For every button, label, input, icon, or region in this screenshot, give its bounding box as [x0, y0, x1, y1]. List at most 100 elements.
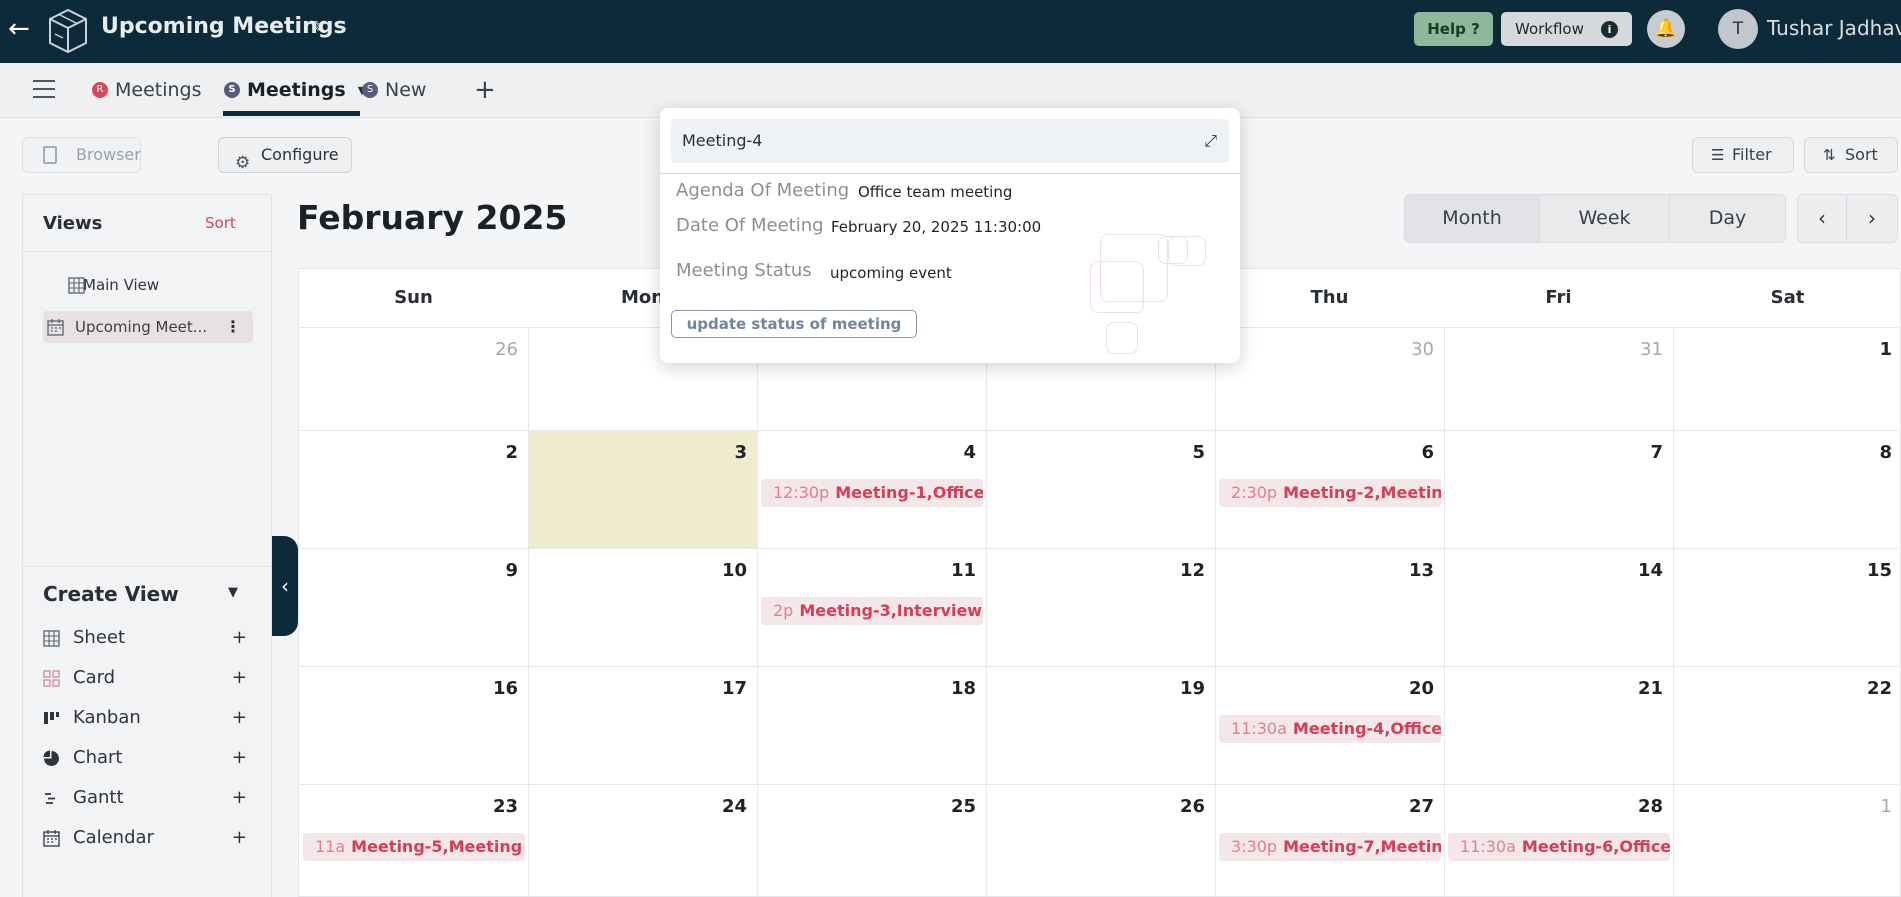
event-title: Meeting-2,Meeting with client	[1283, 483, 1441, 502]
expand-icon[interactable]: ⤢	[1204, 131, 1217, 151]
event-time: 2p	[773, 601, 794, 620]
view-mode-month[interactable]: Month	[1404, 194, 1540, 243]
day-number[interactable]: 26	[488, 339, 518, 360]
create-calendar-item[interactable]: Calendar +	[43, 824, 253, 852]
event-time: 2:30p	[1231, 483, 1278, 502]
help-button[interactable]: Help ?	[1414, 12, 1493, 46]
plus-icon[interactable]: +	[232, 664, 247, 692]
plus-icon[interactable]: +	[232, 744, 247, 772]
calendar-event[interactable]: 11:30a Meeting-6,Office team meeting	[1448, 833, 1670, 861]
plus-icon[interactable]: +	[232, 704, 247, 732]
collapse-sidebar-chevron-left-icon[interactable]: ‹	[272, 536, 298, 636]
divider	[23, 566, 271, 567]
chevron-left-icon[interactable]: ‹	[1797, 194, 1847, 243]
more-vertical-icon[interactable]: ⋮	[225, 311, 241, 343]
active-tab-indicator	[223, 111, 360, 116]
day-number[interactable]: 12	[1175, 560, 1205, 581]
views-heading: Views	[43, 213, 103, 234]
sort-button[interactable]: ⇅ Sort	[1804, 137, 1898, 173]
day-number[interactable]: 9	[488, 560, 518, 581]
plus-icon[interactable]: +	[232, 824, 247, 852]
calendar-event[interactable]: 3:30p Meeting-7,Meeting with client	[1219, 833, 1441, 861]
calendar-event[interactable]: 12:30p Meeting-1,Office team meeting	[761, 479, 983, 507]
popup-header: Meeting-4 ⤢	[671, 119, 1229, 163]
day-number[interactable]: 31	[1633, 339, 1663, 360]
update-status-button[interactable]: update status of meeting	[671, 310, 917, 338]
day-number[interactable]: 22	[1862, 678, 1892, 699]
day-number[interactable]: 16	[488, 678, 518, 699]
sidebar-item-upcoming-meetings[interactable]: Upcoming Meet... ⋮	[43, 311, 253, 343]
day-number[interactable]: 2	[488, 442, 518, 463]
calendar-event[interactable]: 2:30p Meeting-2,Meeting with client	[1219, 479, 1441, 507]
workflow-button[interactable]: Workflow i	[1501, 12, 1632, 46]
chevron-down-icon[interactable]: ▼	[228, 585, 238, 600]
day-number[interactable]: 20	[1404, 678, 1434, 699]
grid-line	[757, 327, 758, 897]
sidebar-item-main-view[interactable]: Main View	[43, 269, 253, 301]
day-number[interactable]: 15	[1862, 560, 1892, 581]
filter-label: Filter	[1732, 145, 1772, 164]
day-number[interactable]: 14	[1633, 560, 1663, 581]
tab-new[interactable]: S New	[362, 77, 426, 103]
status-value: upcoming event	[830, 264, 952, 282]
configure-button[interactable]: ⚙ Configure	[218, 137, 352, 173]
weekday-header: Fri	[1545, 287, 1572, 308]
add-tab-plus-icon[interactable]: +	[474, 75, 496, 105]
grid-line	[986, 327, 987, 897]
user-name[interactable]: Tushar Jadhav	[1767, 16, 1901, 40]
avatar[interactable]: T	[1718, 9, 1758, 49]
calendar-event[interactable]: 11a Meeting-5,Meeting with client	[303, 833, 525, 861]
day-number[interactable]: 28	[1633, 796, 1663, 817]
create-chart-item[interactable]: Chart +	[43, 744, 253, 772]
day-number[interactable]: 13	[1404, 560, 1434, 581]
event-title: Meeting-7,Meeting with client	[1283, 837, 1441, 856]
create-sheet-item[interactable]: Sheet +	[43, 624, 253, 652]
tab-meetings-sheet[interactable]: S Meetings ▼	[224, 77, 366, 103]
event-title: Meeting-6,Office team meeting	[1521, 837, 1670, 856]
day-number[interactable]: 21	[1633, 678, 1663, 699]
create-card-item[interactable]: Card +	[43, 664, 253, 692]
day-number[interactable]: 8	[1862, 442, 1892, 463]
bell-icon[interactable]: 🔔	[1647, 10, 1685, 48]
view-label: Main View	[83, 276, 160, 294]
day-number[interactable]: 25	[946, 796, 976, 817]
chevron-right-icon[interactable]: ›	[1847, 194, 1898, 243]
day-number[interactable]: 24	[717, 796, 747, 817]
plus-icon[interactable]: +	[232, 784, 247, 812]
view-mode-week[interactable]: Week	[1540, 194, 1670, 243]
filter-button[interactable]: ☰ Filter	[1692, 137, 1794, 173]
day-number[interactable]: 26	[1175, 796, 1205, 817]
day-number[interactable]: 7	[1633, 442, 1663, 463]
calendar-event[interactable]: 11:30a Meeting-4,Office team meeting	[1219, 715, 1441, 743]
tab-meetings-record[interactable]: R Meetings	[92, 77, 202, 103]
view-mode-day[interactable]: Day	[1670, 194, 1786, 243]
day-number[interactable]: 19	[1175, 678, 1205, 699]
day-number[interactable]: 17	[717, 678, 747, 699]
day-number[interactable]: 5	[1175, 442, 1205, 463]
create-gantt-item[interactable]: Gantt +	[43, 784, 253, 812]
sort-label: Sort	[1845, 145, 1878, 164]
day-number[interactable]: 27	[1404, 796, 1434, 817]
day-number[interactable]: 4	[946, 442, 976, 463]
day-number[interactable]: 1	[1862, 339, 1892, 360]
day-number[interactable]: 11	[946, 560, 976, 581]
back-arrow-icon[interactable]: ←	[8, 14, 38, 44]
plus-icon[interactable]: +	[232, 624, 247, 652]
day-number[interactable]: 1	[1862, 796, 1892, 817]
day-number[interactable]: 30	[1404, 339, 1434, 360]
day-number[interactable]: 3	[717, 442, 747, 463]
day-number[interactable]: 10	[717, 560, 747, 581]
hamburger-menu-icon[interactable]	[33, 80, 55, 98]
day-number[interactable]: 6	[1404, 442, 1434, 463]
create-item-label: Kanban	[73, 707, 141, 728]
day-number[interactable]: 23	[488, 796, 518, 817]
views-sort-link[interactable]: Sort	[205, 214, 236, 232]
pencil-icon[interactable]: ✎	[311, 18, 329, 38]
chart-icon	[43, 750, 59, 766]
browser-button[interactable]: Browser	[22, 137, 141, 173]
day-number[interactable]: 18	[946, 678, 976, 699]
views-sidebar: Views Sort Main View Upcoming Meet... ⋮ …	[22, 194, 272, 897]
calendar-event[interactable]: 2p Meeting-3,Interview of candidate	[761, 597, 983, 625]
grid-line	[299, 666, 1901, 667]
create-kanban-item[interactable]: Kanban +	[43, 704, 253, 732]
